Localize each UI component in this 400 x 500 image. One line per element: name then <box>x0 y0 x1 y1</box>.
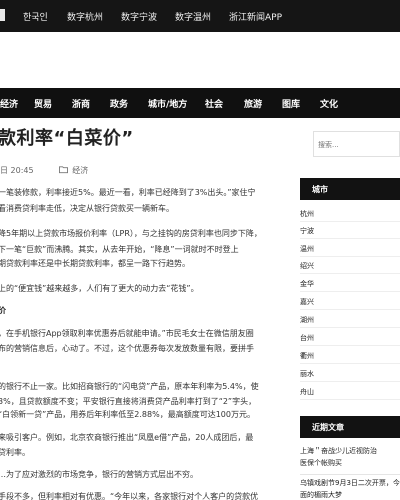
nav-item-travel[interactable]: 旅游 <box>244 97 262 110</box>
main-nav: 经济 贸易 浙商 政务 城市/地方 社会 旅游 图库 文化 <box>0 88 400 118</box>
recent-divider <box>300 474 400 475</box>
city-link-wenzhou[interactable]: 温州 <box>300 242 400 257</box>
recent-article-link[interactable]: 上海＂奋战少儿近视防治 医保个帐购买 <box>300 446 400 472</box>
city-link-ningbo[interactable]: 宁波 <box>300 224 400 239</box>
article-line: 降5年期以上贷款市场报价利率（LPR），与之挂钩的房贷利率也同步下降， <box>0 229 262 238</box>
recent-articles-heading: 近期文章 <box>300 416 400 438</box>
article-subheading: 价 <box>0 306 6 315</box>
recent-article-link[interactable]: 乌镇戏剧节9月3日二次开票，今 面的楣雨大梦 <box>300 478 400 500</box>
article-line: 来吸引客户。例如，北京农商银行推出“凤凰e借”产品，20人成团后，最 <box>0 433 254 442</box>
city-link-huzhou[interactable]: 湖州 <box>300 313 400 328</box>
topbar-link-zjnews-app[interactable]: 浙江新闻APP <box>229 10 282 23</box>
city-link-quzhou[interactable]: 衢州 <box>300 349 400 364</box>
article-line: …为了应对激烈的市场竞争，银行的营销方式层出不穷。 <box>0 470 198 479</box>
city-link-lishui[interactable]: 丽水 <box>300 367 400 382</box>
article-line: 上的“便宜钱”越来越多，人们有了更大的动力去“花钱”。 <box>0 284 199 293</box>
article-line: 布的营销信息后，心动了。不过，这个优惠券每次发放数量有限，要拼手 <box>0 344 254 353</box>
nav-item-economy[interactable]: 经济 <box>0 97 18 110</box>
city-link-taizhou[interactable]: 台州 <box>300 331 400 346</box>
banner-area <box>0 32 400 88</box>
article-line: 的银行不止一家。比如招商银行的“闪电贷”产品，原本年利率为5.4%，使 <box>0 382 259 391</box>
article-line: 一笔装修款，利率接近5%。最近一看，利率已经降到了3%出头。”家住宁 <box>0 188 256 197</box>
top-bar-marker <box>0 9 5 21</box>
nav-item-city[interactable]: 城市/地方 <box>148 97 187 110</box>
city-link-jiaxing[interactable]: 嘉兴 <box>300 295 400 310</box>
nav-item-trade[interactable]: 贸易 <box>34 97 52 110</box>
topbar-link-hangzhou[interactable]: 数字杭州 <box>67 10 103 23</box>
article-meta: 日 20:45 经济 <box>0 165 88 176</box>
city-link-zhoushan[interactable]: 舟山 <box>300 385 400 400</box>
topbar-link-wenzhou[interactable]: 数字温州 <box>175 10 211 23</box>
nav-item-society[interactable]: 社会 <box>205 97 223 110</box>
article-category[interactable]: 经济 <box>72 166 88 175</box>
cities-heading: 城市 <box>300 178 400 200</box>
city-link-hangzhou[interactable]: 杭州 <box>300 207 400 222</box>
topbar-link-ningbo[interactable]: 数字宁波 <box>121 10 157 23</box>
article-title: 款利率“白菜价” <box>0 128 134 149</box>
article-line: 3%，且贷款额度不变；平安银行直接将消费贷产品利率打到了“2”字头， <box>0 397 257 406</box>
folder-icon <box>58 166 68 174</box>
search-box <box>313 131 400 157</box>
city-link-jinhua[interactable]: 金华 <box>300 277 400 292</box>
nav-item-gallery[interactable]: 图库 <box>282 97 300 110</box>
article-line: “白领新一贷”产品，用券后年利率低至2.88%，最高额度可达100万元。 <box>0 410 255 419</box>
article-date: 日 20:45 <box>0 166 34 175</box>
article-line: 下一笔“巨款”而沸腾。其实，从去年开始，“降息”一词就时不时登上 <box>0 245 239 254</box>
article-line: ，在手机银行App领取利率优惠券后就能申请。”市民毛女士在微信朋友圈 <box>0 329 254 338</box>
nav-item-zhejiang-merchants[interactable]: 浙商 <box>72 97 90 110</box>
article-line: 贷利率。 <box>0 448 30 457</box>
article-line: 手段不多，但利率相对有优惠。“今年以来，各家银行对个人客户的贷款优 <box>0 492 259 500</box>
article-line: 看消费贷利率走低，决定从银行贷款买一辆新车。 <box>0 204 174 213</box>
nav-item-culture[interactable]: 文化 <box>320 97 338 110</box>
topbar-link-korean[interactable]: 한국인 <box>23 10 48 23</box>
city-link-shaoxing[interactable]: 绍兴 <box>300 259 400 274</box>
top-bar: 한국인 数字杭州 数字宁波 数字温州 浙江新闻APP <box>0 0 400 32</box>
nav-item-government[interactable]: 政务 <box>110 97 128 110</box>
search-input[interactable] <box>318 137 398 152</box>
article-line: 期贷款利率还是中长期贷款利率，都呈一路下行趋势。 <box>0 259 190 268</box>
